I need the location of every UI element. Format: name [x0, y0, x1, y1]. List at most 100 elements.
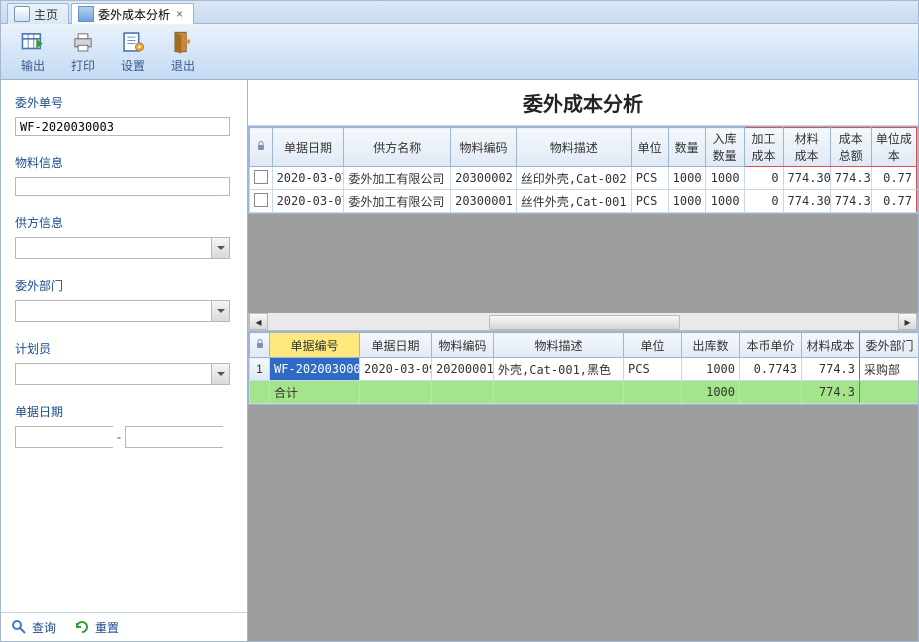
- top-grid-pane: 单据日期 供方名称 物料编码 物料描述 单位 数量 入库 数量 加工 成本 材料…: [248, 126, 918, 331]
- scroll-left-icon[interactable]: ◂: [249, 313, 268, 330]
- app-window: 主页 委外成本分析 × 输出 打印 设置 退出: [0, 0, 919, 642]
- date-to-field[interactable]: [126, 427, 247, 447]
- cell-mat-cost: 774.30: [783, 167, 830, 190]
- cell-mat-cost: 774.3: [802, 358, 860, 381]
- col-dept[interactable]: 委外部门: [860, 333, 919, 358]
- cell-total-cost: 774.3: [830, 190, 871, 213]
- col-lock[interactable]: [250, 128, 273, 167]
- lock-icon: [256, 141, 266, 151]
- tab-outsourcing-cost[interactable]: 委外成本分析 ×: [71, 3, 194, 24]
- print-button[interactable]: 打印: [59, 26, 107, 78]
- exit-button[interactable]: 退出: [159, 26, 207, 78]
- close-icon[interactable]: ×: [176, 7, 183, 21]
- col-mat-cost[interactable]: 材料成本: [802, 333, 860, 358]
- supplier-field[interactable]: [16, 238, 211, 258]
- material-label: 物料信息: [15, 154, 233, 171]
- scroll-thumb[interactable]: [489, 315, 680, 330]
- reset-label: 重置: [95, 619, 119, 636]
- order-no-input[interactable]: [15, 117, 230, 136]
- col-unit[interactable]: 单位: [624, 333, 682, 358]
- filter-sidebar: 委外单号 物料信息 供方信息 委外部门: [1, 80, 248, 641]
- row-number: 1: [250, 358, 270, 381]
- cell-unit: PCS: [631, 190, 668, 213]
- col-mat-desc[interactable]: 物料描述: [516, 128, 631, 167]
- cell-doc-date: 2020-03-09: [360, 358, 432, 381]
- tab-home[interactable]: 主页: [7, 3, 69, 24]
- dept-select[interactable]: [15, 300, 230, 322]
- supplier-select[interactable]: [15, 237, 230, 259]
- col-doc-no[interactable]: 单据编号: [270, 333, 360, 358]
- toolbar-label: 设置: [121, 57, 145, 74]
- cell-unit: PCS: [624, 358, 682, 381]
- table-row[interactable]: 2020-03-07委外加工有限公司20300001丝件外壳,Cat-001PC…: [250, 190, 917, 213]
- chevron-down-icon[interactable]: [211, 301, 229, 321]
- planner-field[interactable]: [16, 364, 211, 384]
- row-check[interactable]: [250, 167, 273, 190]
- cell-qty: 1000: [668, 190, 705, 213]
- search-icon: [11, 619, 27, 635]
- cell-proc-cost: 0: [744, 167, 783, 190]
- table-row[interactable]: 2020-03-07委外加工有限公司20300002丝印外壳,Cat-002PC…: [250, 167, 917, 190]
- col-lock[interactable]: [250, 333, 270, 358]
- col-unit-cost[interactable]: 单位成 本: [871, 128, 916, 167]
- planner-select[interactable]: [15, 363, 230, 385]
- date-to-select[interactable]: [125, 426, 223, 448]
- cell-doc-no[interactable]: WF-2020030003: [270, 358, 360, 381]
- col-mat-code[interactable]: 物料编码: [451, 128, 517, 167]
- cell-unit-price: 0.7743: [740, 358, 802, 381]
- h-scrollbar-top[interactable]: ◂ ▸: [248, 313, 918, 331]
- cell-proc-cost: 0: [744, 190, 783, 213]
- col-mat-cost[interactable]: 材料 成本: [783, 128, 830, 167]
- top-grid[interactable]: 单据日期 供方名称 物料编码 物料描述 单位 数量 入库 数量 加工 成本 材料…: [248, 126, 918, 214]
- col-mat-code[interactable]: 物料编码: [432, 333, 494, 358]
- cell-dept: 采购部: [860, 358, 919, 381]
- material-input[interactable]: [15, 177, 230, 196]
- col-total-cost[interactable]: 成本 总额: [830, 128, 871, 167]
- tab-bar: 主页 委外成本分析 ×: [1, 1, 918, 24]
- col-proc-cost[interactable]: 加工 成本: [744, 128, 783, 167]
- planner-label: 计划员: [15, 340, 233, 357]
- tab-label: 委外成本分析: [98, 6, 170, 23]
- summary-label: 合计: [270, 381, 360, 404]
- chevron-down-icon[interactable]: [211, 364, 229, 384]
- query-button[interactable]: 查询: [11, 619, 56, 636]
- col-qty[interactable]: 数量: [668, 128, 705, 167]
- body: 委外单号 物料信息 供方信息 委外部门: [1, 80, 918, 641]
- col-doc-date[interactable]: 单据日期: [360, 333, 432, 358]
- col-out-qty[interactable]: 出库数: [682, 333, 740, 358]
- date-from-select[interactable]: [15, 426, 113, 448]
- tab-label: 主页: [34, 6, 58, 23]
- cell-qty: 1000: [668, 167, 705, 190]
- toolbar-label: 打印: [71, 57, 95, 74]
- dept-field[interactable]: [16, 301, 211, 321]
- export-button[interactable]: 输出: [9, 26, 57, 78]
- refresh-icon: [74, 619, 90, 635]
- settings-button[interactable]: 设置: [109, 26, 157, 78]
- col-unit[interactable]: 单位: [631, 128, 668, 167]
- toolbar: 输出 打印 设置 退出: [1, 24, 918, 80]
- cell-in-qty: 1000: [705, 190, 744, 213]
- col-supplier[interactable]: 供方名称: [344, 128, 451, 167]
- col-mat-desc[interactable]: 物料描述: [494, 333, 624, 358]
- printer-icon: [70, 29, 96, 55]
- page-title: 委外成本分析: [248, 80, 918, 126]
- row-check[interactable]: [250, 190, 273, 213]
- col-unit-price[interactable]: 本币单价: [740, 333, 802, 358]
- bottom-grid[interactable]: 单据编号 单据日期 物料编码 物料描述 单位 出库数 本币单价 材料成本 委外部…: [248, 331, 918, 405]
- date-separator: -: [117, 430, 121, 444]
- cell-out-qty: 1000: [682, 358, 740, 381]
- chevron-down-icon[interactable]: [211, 238, 229, 258]
- lock-icon: [255, 339, 265, 349]
- settings-icon: [120, 29, 146, 55]
- col-in-qty[interactable]: 入库 数量: [705, 128, 744, 167]
- filters: 委外单号 物料信息 供方信息 委外部门: [1, 80, 247, 612]
- summary-row: 合计1000774.3: [250, 381, 919, 404]
- main-content: 委外成本分析 单据日期 供方名称 物料编码: [248, 80, 918, 641]
- row-number: [250, 381, 270, 404]
- table-row[interactable]: 1WF-20200300032020-03-0920200001外壳,Cat-0…: [250, 358, 919, 381]
- cell-unit-cost: 0.77: [871, 190, 916, 213]
- col-doc-date[interactable]: 单据日期: [272, 128, 344, 167]
- scroll-right-icon[interactable]: ▸: [898, 313, 917, 330]
- cell-mat-code: 20300002: [451, 167, 517, 190]
- reset-button[interactable]: 重置: [74, 619, 119, 636]
